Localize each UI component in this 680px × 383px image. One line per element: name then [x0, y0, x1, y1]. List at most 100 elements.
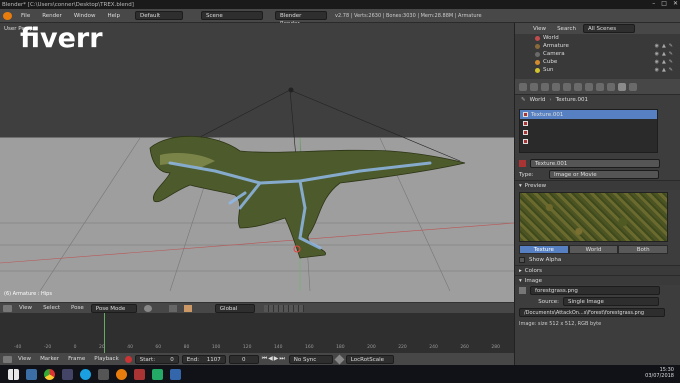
preview-panel-header[interactable]: ▾ Preview [515, 180, 680, 190]
constraints-tab-icon[interactable] [574, 82, 582, 91]
render-engine-selector[interactable]: Blender Render [275, 11, 328, 27]
tick-label: 180 [336, 345, 345, 350]
slot-checkbox[interactable] [523, 130, 528, 135]
scene-tab-icon[interactable] [541, 82, 549, 91]
modifiers-tab-icon[interactable] [585, 82, 593, 91]
visibility-icons[interactable]: ◉▲✎ [655, 43, 676, 49]
outliner-item-sun[interactable]: Sun ◉▲✎ [515, 66, 680, 74]
type-label: Type: [519, 171, 534, 178]
slot-checkbox[interactable] [523, 139, 528, 144]
tick-label: 260 [460, 345, 469, 350]
start-label: Start: [139, 356, 156, 363]
close-button[interactable]: ✕ [673, 0, 678, 7]
minimize-button[interactable]: – [652, 0, 655, 7]
outliner-item-camera[interactable]: Camera ◉▲✎ [515, 50, 680, 58]
visibility-icons[interactable]: ◉▲✎ [655, 51, 676, 57]
object-tab-icon[interactable] [563, 82, 571, 91]
scene-selector[interactable]: Scene [201, 11, 264, 20]
menu-view[interactable]: View [15, 305, 36, 311]
outliner-menu-view[interactable]: View [529, 26, 550, 32]
mesh-icon [535, 59, 540, 65]
data-tab-icon[interactable] [596, 82, 604, 91]
playback-controls-icon[interactable]: ⏮◀▶⏭ [262, 355, 286, 363]
layers-icon[interactable] [263, 304, 304, 312]
outliner-filter-selector[interactable]: All Scenes [582, 24, 635, 33]
timeline-editor[interactable]: -40 -20 0 20 40 60 80 100 120 140 160 180 200 220 240 2… [0, 313, 514, 353]
texture-tab-icon[interactable] [618, 82, 626, 91]
colors-panel-header[interactable]: ▸ Colors [515, 265, 680, 275]
skype-icon[interactable] [80, 368, 91, 380]
shading-icon[interactable] [143, 304, 152, 312]
slot-checkbox[interactable] [523, 112, 528, 117]
menu-render[interactable]: Render [37, 13, 67, 19]
texture-slot[interactable] [520, 119, 657, 128]
texture-slot-list[interactable]: Texture.001 [519, 109, 658, 153]
file-explorer-icon[interactable] [26, 368, 37, 380]
pin-icon[interactable]: ✎ [521, 97, 526, 103]
outliner-item-cube[interactable]: Cube ◉▲✎ [515, 58, 680, 66]
world-tab-icon[interactable] [552, 82, 560, 91]
keyframe-icon[interactable] [334, 354, 345, 364]
tab-both[interactable]: Both [618, 245, 669, 254]
outliner-item-world[interactable]: World [515, 34, 680, 42]
render-tab-icon[interactable] [519, 82, 527, 91]
outliner-menu-search[interactable]: Search [553, 26, 580, 32]
current-frame-field[interactable]: 0 [228, 354, 259, 364]
blender-taskbar-icon[interactable] [116, 368, 127, 380]
texture-slot[interactable] [520, 137, 657, 146]
mode-selector[interactable]: Pose Mode [90, 303, 137, 313]
pivot-icon[interactable] [168, 304, 177, 312]
menu-view[interactable]: View [15, 356, 34, 362]
texture-slot[interactable]: Texture.001 [520, 110, 657, 119]
editor-type-icon[interactable] [3, 355, 12, 363]
texture-slot[interactable] [520, 128, 657, 137]
app-icon[interactable] [152, 368, 163, 380]
store-icon[interactable] [62, 368, 73, 380]
source-selector[interactable]: Single Image [563, 297, 659, 306]
image-panel-header[interactable]: ▾ Image [515, 275, 680, 285]
menu-frame[interactable]: Frame [65, 356, 88, 362]
filepath-field[interactable]: /Documents\AttackOn...s\Forest\forestgra… [519, 308, 665, 317]
windows-start-icon[interactable] [8, 368, 19, 380]
menu-window[interactable]: Window [69, 13, 101, 19]
tick-label: 120 [242, 345, 252, 350]
armature-icon [535, 43, 540, 49]
3d-viewport[interactable]: User Persp (6) Armature : Hips [0, 23, 514, 302]
visibility-icons[interactable]: ◉▲✎ [655, 59, 676, 65]
menu-playback[interactable]: Playback [91, 356, 122, 362]
outliner-item-armature[interactable]: Armature ◉▲✎ [515, 42, 680, 50]
app-icon[interactable] [170, 368, 181, 380]
layout-selector[interactable]: Default [135, 11, 184, 20]
layers-tab-icon[interactable] [530, 82, 538, 91]
record-icon[interactable] [124, 355, 132, 363]
system-clock[interactable]: 15:30 03/07/2018 [645, 367, 674, 379]
image-name-field[interactable]: forestgrass.png [530, 286, 660, 295]
manipulator-icon[interactable] [183, 304, 192, 312]
menu-pose[interactable]: Pose [67, 305, 88, 311]
app-icon[interactable] [98, 368, 109, 380]
editor-type-icon[interactable] [3, 304, 12, 312]
physics-tab-icon[interactable] [629, 82, 637, 91]
texture-type-selector[interactable]: Image or Movie [549, 170, 659, 179]
texture-name-field[interactable]: Texture.001 [530, 159, 660, 168]
tab-world[interactable]: World [568, 245, 619, 254]
menu-marker[interactable]: Marker [37, 356, 62, 362]
orientation-selector[interactable]: Global [214, 303, 255, 313]
menu-file[interactable]: File [16, 13, 35, 19]
menu-help[interactable]: Help [103, 13, 126, 19]
start-frame-field[interactable]: Start: 0 [134, 354, 179, 364]
app-icon[interactable] [134, 368, 145, 380]
chrome-icon[interactable] [44, 368, 55, 380]
visibility-icons[interactable]: ◉▲✎ [655, 67, 676, 73]
menu-select[interactable]: Select [39, 305, 64, 311]
end-frame-field[interactable]: End: 1107 [181, 354, 226, 364]
keying-set-selector[interactable]: LocRotScale [345, 354, 394, 364]
main-menubar: File Render Window Help Default Scene Bl… [0, 9, 680, 27]
sync-selector[interactable]: No Sync [288, 354, 333, 364]
bone-tab-icon[interactable] [607, 82, 615, 91]
slot-checkbox[interactable] [523, 121, 528, 126]
blender-logo-icon[interactable] [3, 11, 12, 20]
tab-texture[interactable]: Texture [519, 245, 569, 254]
show-alpha-checkbox[interactable] [519, 256, 525, 263]
maximize-button[interactable]: □ [661, 0, 667, 7]
